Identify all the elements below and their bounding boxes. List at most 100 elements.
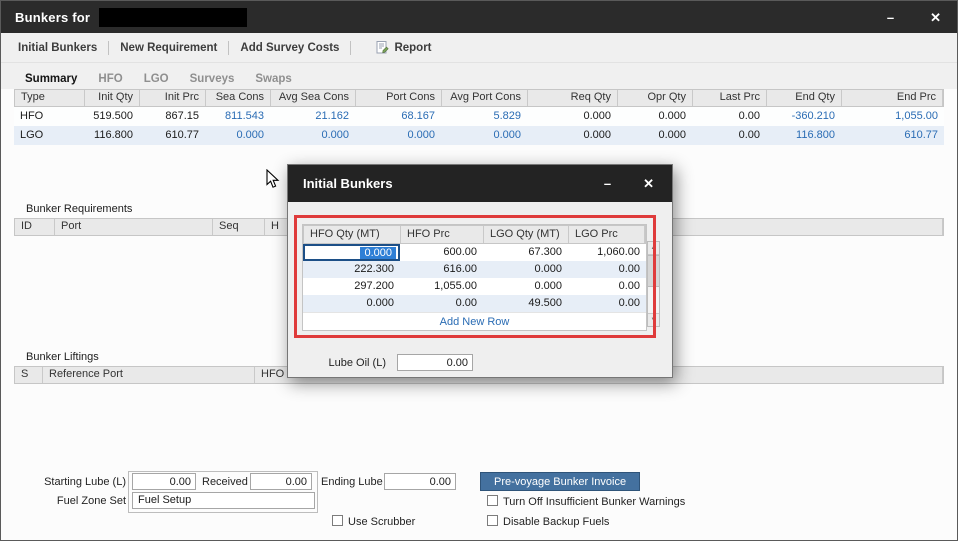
disable-backup-fuels-label: Disable Backup Fuels bbox=[503, 516, 609, 528]
turn-off-warnings-checkbox[interactable] bbox=[487, 495, 498, 506]
dialog-grid-cell[interactable]: 1,060.00 bbox=[568, 244, 646, 261]
summary-cell: 0.000 bbox=[205, 126, 270, 145]
column-header[interactable]: HFO Prc bbox=[401, 226, 484, 243]
liftings-empty-area bbox=[1, 384, 957, 460]
scrollbar-thumb[interactable] bbox=[648, 255, 659, 287]
summary-cell: 0.000 bbox=[527, 126, 617, 145]
dialog-title-bar[interactable]: Initial Bunkers – ✕ bbox=[288, 165, 672, 202]
scroll-down-icon[interactable]: ▼ bbox=[648, 313, 659, 326]
toolbar-new-requirement[interactable]: New Requirement bbox=[115, 42, 222, 54]
dialog-row: 0.0000.0049.5000.00 bbox=[303, 295, 646, 312]
dialog-title: Initial Bunkers bbox=[303, 176, 393, 191]
minimize-icon[interactable]: – bbox=[887, 11, 894, 24]
dialog-grid-cell[interactable]: 49.500 bbox=[483, 295, 568, 312]
column-header[interactable]: End Prc bbox=[842, 90, 943, 106]
toolbar-separator bbox=[228, 41, 229, 55]
summary-row-LGO[interactable]: LGO116.800610.770.0000.0000.0000.0000.00… bbox=[14, 126, 944, 145]
dialog-grid-cell[interactable]: 600.00 bbox=[400, 244, 483, 261]
turn-off-warnings-label: Turn Off Insufficient Bunker Warnings bbox=[503, 496, 685, 508]
received-label: Received bbox=[202, 476, 248, 488]
column-header[interactable]: Sea Cons bbox=[206, 90, 271, 106]
tab-lgo[interactable]: LGO bbox=[144, 73, 169, 85]
toolbar-add-survey-costs[interactable]: Add Survey Costs bbox=[235, 42, 344, 54]
dialog-grid-cell[interactable]: 0.00 bbox=[568, 295, 646, 312]
column-header[interactable]: Type bbox=[15, 90, 85, 106]
scroll-up-icon[interactable]: ▲ bbox=[648, 242, 659, 255]
fuel-zone-select[interactable]: Fuel Setup bbox=[132, 492, 315, 509]
tab-bar: Summary HFO LGO Surveys Swaps bbox=[1, 63, 957, 89]
toolbar: Initial Bunkers New Requirement Add Surv… bbox=[1, 33, 957, 63]
close-icon[interactable]: ✕ bbox=[930, 11, 941, 24]
toolbar-separator bbox=[108, 41, 109, 55]
dialog-grid-cell[interactable]: 616.00 bbox=[400, 261, 483, 278]
dialog-grid-cell[interactable]: 297.200 bbox=[303, 278, 400, 295]
dialog-grid-cell[interactable]: 0.00 bbox=[400, 295, 483, 312]
disable-backup-fuels-checkbox[interactable] bbox=[487, 515, 498, 526]
toolbar-initial-bunkers[interactable]: Initial Bunkers bbox=[13, 42, 102, 54]
ending-lube-input[interactable] bbox=[384, 473, 456, 490]
tab-swaps[interactable]: Swaps bbox=[255, 73, 291, 85]
dialog-close-icon[interactable]: ✕ bbox=[643, 177, 654, 190]
dialog-grid-cell[interactable]: 1,055.00 bbox=[400, 278, 483, 295]
lube-oil-input[interactable] bbox=[397, 354, 473, 371]
tab-surveys[interactable]: Surveys bbox=[190, 73, 235, 85]
add-new-row-link[interactable]: Add New Row bbox=[303, 312, 646, 330]
column-header[interactable]: LGO Prc bbox=[569, 226, 645, 243]
column-header[interactable]: Port Cons bbox=[356, 90, 442, 106]
column-header[interactable]: Seq bbox=[213, 219, 265, 235]
dialog-grid-cell[interactable]: 0.00 bbox=[568, 261, 646, 278]
summary-row-HFO[interactable]: HFO519.500867.15811.54321.16268.1675.829… bbox=[14, 107, 944, 126]
dialog-minimize-icon[interactable]: – bbox=[604, 177, 611, 190]
summary-cell: 519.500 bbox=[84, 107, 139, 126]
use-scrubber-label: Use Scrubber bbox=[348, 516, 415, 528]
column-header[interactable]: Init Qty bbox=[85, 90, 140, 106]
column-header[interactable]: Last Prc bbox=[693, 90, 767, 106]
toolbar-report[interactable]: Report bbox=[371, 41, 436, 54]
summary-cell: 811.543 bbox=[205, 107, 270, 126]
use-scrubber-checkbox[interactable] bbox=[332, 515, 343, 526]
tab-summary[interactable]: Summary bbox=[25, 73, 77, 85]
dialog-grid-cell[interactable]: 0.000 bbox=[303, 295, 400, 312]
column-header[interactable]: Reference Port bbox=[43, 367, 255, 383]
summary-cell: 610.77 bbox=[841, 126, 944, 145]
dialog-scrollbar[interactable]: ▲ ▼ bbox=[647, 241, 660, 327]
column-header[interactable]: ID bbox=[15, 219, 55, 235]
column-header[interactable]: S bbox=[15, 367, 43, 383]
received-input[interactable] bbox=[250, 473, 312, 490]
window-title: Bunkers for bbox=[15, 10, 90, 25]
fuel-zone-set-label: Fuel Zone Set bbox=[29, 495, 126, 507]
summary-cell: 0.000 bbox=[270, 126, 355, 145]
summary-grid: TypeInit QtyInit PrcSea ConsAvg Sea Cons… bbox=[14, 89, 944, 145]
initial-bunkers-dialog: Initial Bunkers – ✕ HFO Qty (MT)HFO PrcL… bbox=[287, 164, 673, 378]
tab-hfo[interactable]: HFO bbox=[98, 73, 122, 85]
toolbar-separator bbox=[350, 41, 351, 55]
summary-cell: 0.000 bbox=[617, 107, 692, 126]
column-header[interactable]: Avg Sea Cons bbox=[271, 90, 356, 106]
pre-voyage-bunker-invoice-button[interactable]: Pre-voyage Bunker Invoice bbox=[480, 472, 640, 491]
column-header[interactable]: LGO Qty (MT) bbox=[484, 226, 569, 243]
dialog-grid-cell[interactable]: 0.000 bbox=[483, 261, 568, 278]
summary-cell: 5.829 bbox=[441, 107, 527, 126]
column-header[interactable]: Req Qty bbox=[528, 90, 618, 106]
title-bar[interactable]: Bunkers for – ✕ bbox=[1, 1, 957, 33]
hfo-qty-selected-cell[interactable]: 0.000 bbox=[303, 244, 400, 261]
dialog-grid-cell[interactable]: 0.00 bbox=[568, 278, 646, 295]
summary-cell: 1,055.00 bbox=[841, 107, 944, 126]
column-header[interactable]: End Qty bbox=[767, 90, 842, 106]
starting-lube-input[interactable] bbox=[132, 473, 196, 490]
dialog-grid-cell[interactable]: 222.300 bbox=[303, 261, 400, 278]
summary-cell: -360.210 bbox=[766, 107, 841, 126]
column-header[interactable]: Port bbox=[55, 219, 213, 235]
column-header[interactable]: Init Prc bbox=[140, 90, 206, 106]
summary-cell: 0.00 bbox=[692, 107, 766, 126]
dialog-row: 297.2001,055.000.0000.00 bbox=[303, 278, 646, 295]
summary-cell: 0.000 bbox=[441, 126, 527, 145]
summary-cell: 21.162 bbox=[270, 107, 355, 126]
column-header[interactable]: Opr Qty bbox=[618, 90, 693, 106]
selected-cell-value: 0.000 bbox=[360, 247, 396, 259]
summary-cell: 116.800 bbox=[766, 126, 841, 145]
column-header[interactable]: Avg Port Cons bbox=[442, 90, 528, 106]
dialog-grid-cell[interactable]: 0.000 bbox=[483, 278, 568, 295]
column-header[interactable]: HFO Qty (MT) bbox=[304, 226, 401, 243]
dialog-grid-cell[interactable]: 67.300 bbox=[483, 244, 568, 261]
